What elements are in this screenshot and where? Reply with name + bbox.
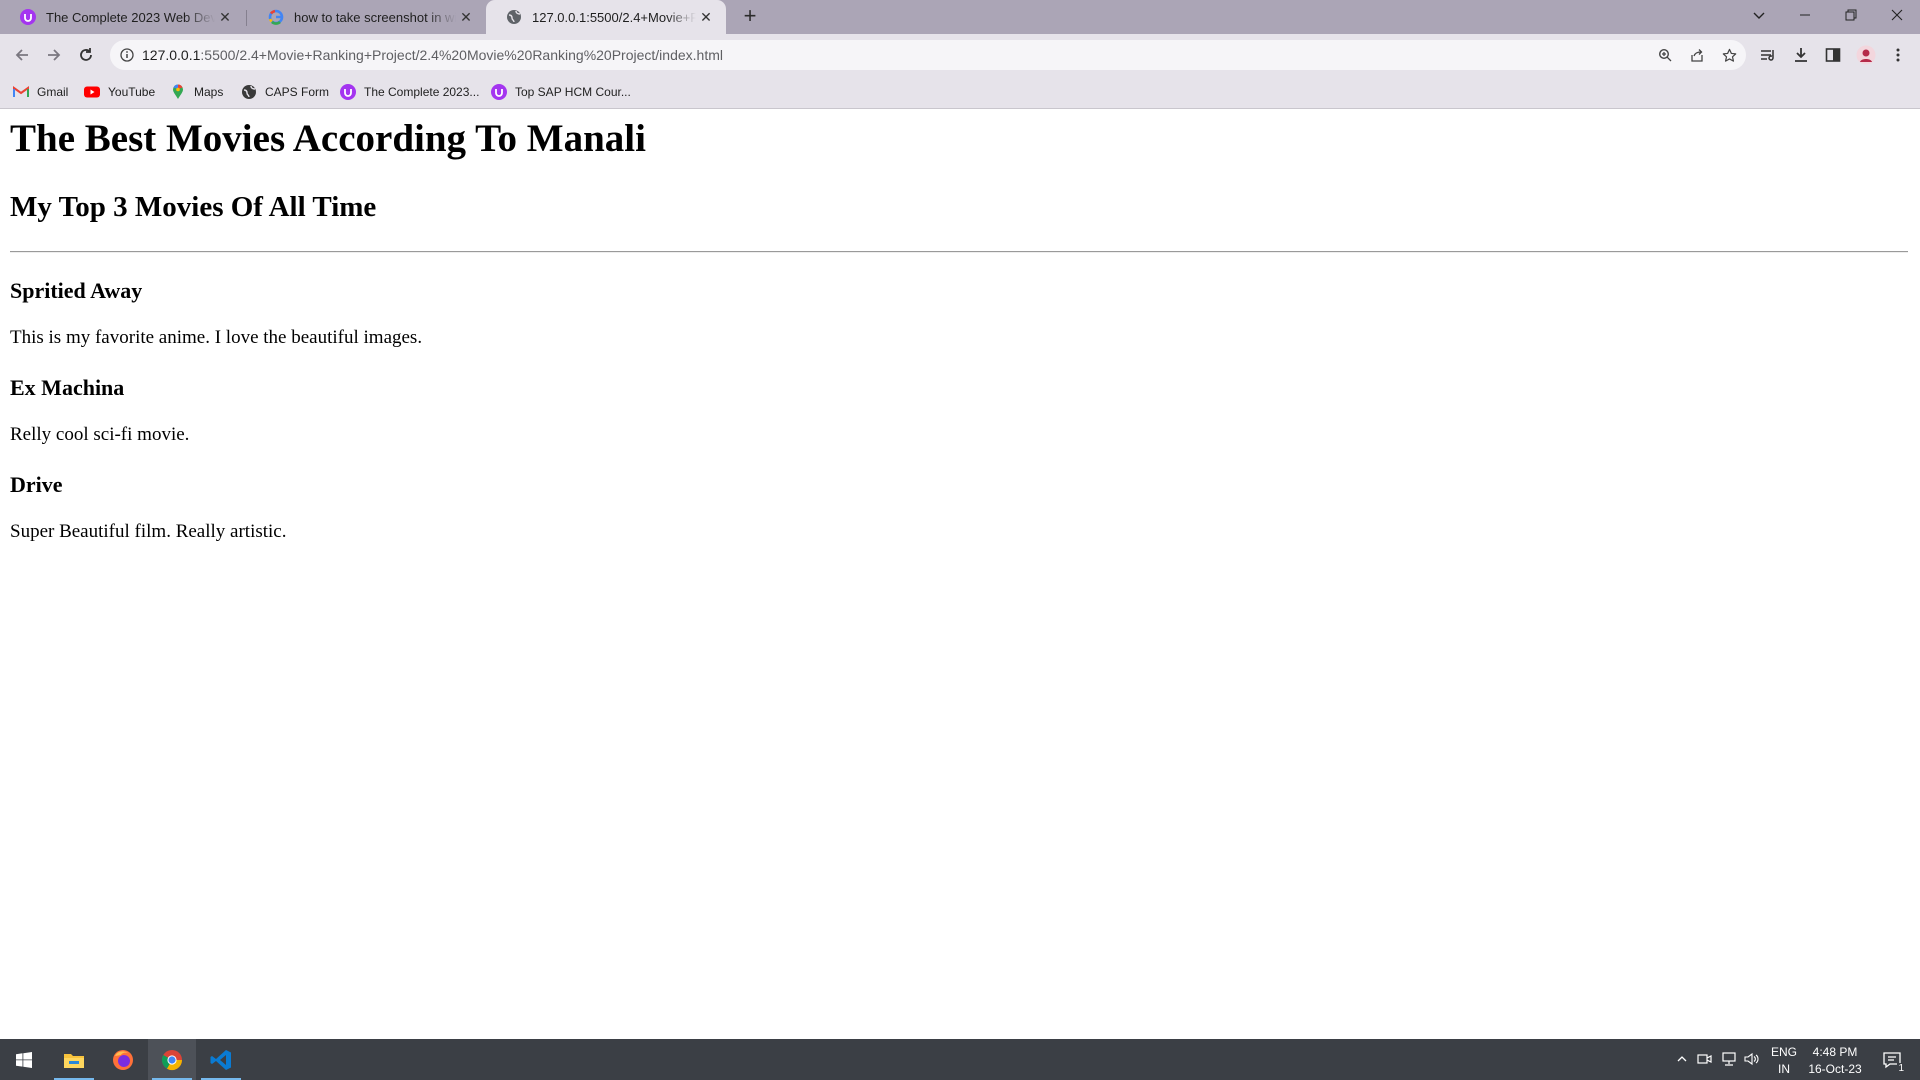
globe-icon <box>241 84 257 100</box>
download-icon[interactable] <box>1790 44 1812 66</box>
tab-title: The Complete 2023 Web Development Bootca… <box>46 9 215 25</box>
bookmark-label: Top SAP HCM Cour... <box>515 85 631 99</box>
start-button[interactable] <box>0 1039 48 1080</box>
bookmark-star-icon[interactable] <box>1720 46 1738 64</box>
google-icon <box>268 9 284 25</box>
notification-center-icon[interactable]: 1 <box>1881 1049 1905 1074</box>
bookmark-label: The Complete 2023... <box>364 85 480 99</box>
browser-toolbar: 127.0.0.1:5500/2.4+Movie+Ranking+Project… <box>0 34 1920 76</box>
udemy-icon <box>340 84 356 100</box>
windows-logo-icon <box>16 1051 32 1068</box>
volume-icon[interactable] <box>1743 1050 1761 1068</box>
bookmark-youtube[interactable]: YouTube <box>84 82 155 102</box>
network-icon[interactable] <box>1720 1050 1738 1068</box>
tab-web-dev-bootcamp[interactable]: The Complete 2023 Web Development Bootca… <box>0 0 245 34</box>
movie-title-2: Ex Machina <box>10 375 125 400</box>
divider <box>10 251 1908 253</box>
bookmark-label: Gmail <box>37 85 69 99</box>
windows-taskbar: ENG IN 4:48 PM 16-Oct-23 1 <box>0 1039 1920 1080</box>
bookmark-caps-form[interactable]: CAPS Form <box>241 82 329 102</box>
youtube-icon <box>84 84 100 100</box>
language-indicator[interactable]: ENG IN <box>1770 1044 1798 1078</box>
tab-close-icon[interactable]: ✕ <box>696 7 716 27</box>
bookmark-web-dev-course[interactable]: The Complete 2023... <box>340 82 479 102</box>
globe-icon <box>506 9 522 25</box>
show-hidden-icons-chevron-icon[interactable] <box>1673 1050 1691 1068</box>
share-icon[interactable] <box>1688 46 1706 64</box>
bookmark-maps[interactable]: Maps <box>170 82 223 102</box>
bookmark-gmail[interactable]: Gmail <box>13 82 68 102</box>
url-path: :5500/2.4+Movie+Ranking+Project/2.4%20Mo… <box>200 47 723 63</box>
chrome-icon <box>161 1049 183 1070</box>
file-explorer-icon <box>64 1053 84 1068</box>
taskbar-chrome[interactable] <box>148 1039 196 1080</box>
site-info-icon[interactable] <box>118 46 136 64</box>
tab-separator <box>246 10 247 26</box>
bookmark-sap-hcm-course[interactable]: Top SAP HCM Cour... <box>491 82 631 102</box>
address-bar[interactable]: 127.0.0.1:5500/2.4+Movie+Ranking+Project… <box>110 40 1746 70</box>
forward-arrow-icon[interactable] <box>40 41 68 69</box>
firefox-icon <box>113 1049 133 1070</box>
taskbar-file-explorer[interactable] <box>50 1039 98 1080</box>
tab-google-search[interactable]: how to take screenshot in windows ✕ <box>248 0 486 34</box>
web-page-content: The Best Movies According To Manali My T… <box>0 109 1920 1039</box>
url-text[interactable]: 127.0.0.1:5500/2.4+Movie+Ranking+Project… <box>142 47 723 63</box>
bookmark-label: YouTube <box>108 85 156 99</box>
reading-list-icon[interactable] <box>1757 44 1779 66</box>
taskbar-firefox[interactable] <box>99 1039 147 1080</box>
url-host: 127.0.0.1 <box>142 47 201 63</box>
tab-search-chevron-icon[interactable] <box>1736 0 1782 30</box>
udemy-icon <box>20 9 36 25</box>
back-arrow-icon[interactable] <box>8 41 36 69</box>
side-panel-icon[interactable] <box>1822 44 1844 66</box>
notification-count: 1 <box>1897 1063 1905 1074</box>
movie-title-1: Spritied Away <box>10 278 143 303</box>
movie-description-1: This is my favorite anime. I love the be… <box>10 327 423 348</box>
language-code: ENG <box>1770 1045 1797 1059</box>
close-window-icon[interactable] <box>1874 0 1920 30</box>
taskbar-vscode[interactable] <box>197 1039 245 1080</box>
bookmarks-bar: Gmail YouTube Maps CAPS Form The Complet… <box>0 76 1920 109</box>
tab-title: 127.0.0.1:5500/2.4+Movie+Ranking+Project <box>532 9 696 25</box>
vscode-icon <box>210 1049 231 1070</box>
new-tab-button[interactable]: + <box>738 5 762 29</box>
tab-close-icon[interactable]: ✕ <box>215 7 235 27</box>
region-code: IN <box>1778 1062 1790 1076</box>
browser-tab-strip: The Complete 2023 Web Development Bootca… <box>0 0 1920 34</box>
clock-date: 16-Oct-23 <box>1808 1062 1862 1076</box>
profile-avatar-icon[interactable] <box>1855 44 1877 66</box>
meet-now-icon[interactable] <box>1696 1050 1714 1068</box>
movie-description-2: Relly cool sci-fi movie. <box>10 424 190 445</box>
movie-title-3: Drive <box>10 472 63 497</box>
clock-time: 4:48 PM <box>1812 1045 1858 1059</box>
page-subtitle: My Top 3 Movies Of All Time <box>10 191 377 223</box>
clock[interactable]: 4:48 PM 16-Oct-23 <box>1801 1044 1869 1078</box>
bookmark-label: Maps <box>194 85 224 99</box>
zoom-icon[interactable] <box>1656 46 1674 64</box>
udemy-icon <box>491 84 507 100</box>
bookmark-label: CAPS Form <box>265 85 330 99</box>
tab-movie-ranking-active[interactable]: 127.0.0.1:5500/2.4+Movie+Ranking+Project… <box>486 0 726 34</box>
reload-icon[interactable] <box>72 41 100 69</box>
tab-title: how to take screenshot in windows <box>294 9 456 25</box>
restore-window-icon[interactable] <box>1828 0 1874 30</box>
kebab-menu-icon[interactable] <box>1887 44 1909 66</box>
gmail-icon <box>13 84 29 100</box>
tab-close-icon[interactable]: ✕ <box>456 7 476 27</box>
minimize-window-icon[interactable] <box>1782 0 1828 30</box>
maps-icon <box>170 84 186 100</box>
page-title: The Best Movies According To Manali <box>10 117 646 160</box>
movie-description-3: Super Beautiful film. Really artistic. <box>10 521 287 542</box>
